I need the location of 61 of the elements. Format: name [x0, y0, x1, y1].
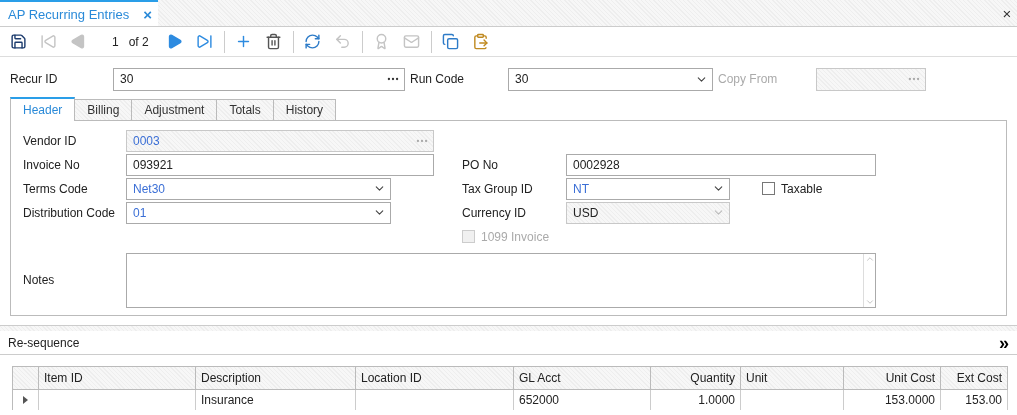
document-tab[interactable]: AP Recurring Entries ×	[0, 0, 158, 26]
column-header[interactable]: Quantity	[651, 366, 741, 390]
refresh-icon	[304, 33, 322, 50]
column-header[interactable]: Unit	[741, 366, 844, 390]
field-label: Currency ID	[462, 205, 527, 220]
tab[interactable]: Adjustment	[131, 99, 218, 120]
column-header[interactable]: Item ID	[39, 366, 196, 390]
field-label: Vendor ID	[23, 133, 78, 148]
skip-back-icon	[39, 33, 57, 50]
close-tab-button[interactable]: ×	[143, 5, 152, 23]
column-header[interactable]: GL Acct	[514, 366, 651, 390]
tab[interactable]: History	[272, 99, 337, 120]
table-cell: 1.0000	[651, 390, 741, 410]
dropdown-field[interactable]: 30	[508, 67, 713, 91]
skip-forward-icon	[196, 33, 214, 50]
expand-button[interactable]: »	[999, 333, 1009, 352]
envelope-icon	[403, 33, 421, 50]
undo-icon	[334, 33, 352, 50]
dropdown-field[interactable]: Net30	[126, 177, 391, 200]
field-label: Invoice No	[23, 157, 81, 172]
checkbox[interactable]	[762, 182, 775, 195]
dropdown-field[interactable]: NT	[566, 177, 730, 200]
forward-arrow-icon	[166, 33, 184, 50]
close-button[interactable]: ×	[997, 0, 1017, 26]
current-row-icon	[23, 396, 28, 404]
column-header[interactable]: Ext Cost	[941, 366, 1008, 390]
tab[interactable]: Billing	[74, 99, 133, 120]
field-label: PO No	[462, 157, 499, 172]
input-field[interactable]: 093921	[126, 153, 434, 176]
column-header[interactable]: Location ID	[356, 366, 514, 390]
copy-icon	[442, 33, 460, 50]
table-cell: 153.0000	[844, 390, 941, 410]
field-label: Tax Group ID	[462, 181, 534, 196]
notes-field[interactable]	[126, 252, 876, 308]
back-arrow-icon	[69, 33, 87, 50]
field-label: Terms Code	[23, 181, 89, 196]
field-label: Distribution Code	[23, 205, 117, 220]
dropdown-field[interactable]: 01	[126, 201, 391, 224]
page-number: 1	[111, 34, 120, 49]
field-label: Run Code	[409, 72, 466, 86]
table-cell: 652000	[514, 390, 651, 410]
table-cell: Insurance	[196, 390, 356, 410]
column-header[interactable]: Unit Cost	[844, 366, 941, 390]
section-title: Re-sequence	[8, 335, 80, 350]
tab[interactable]: Totals	[216, 99, 274, 120]
field-label: Recur ID	[10, 72, 59, 86]
column-header[interactable]: Description	[196, 366, 356, 390]
table-cell: 153.00	[941, 390, 1008, 410]
checkbox-label: Taxable	[781, 181, 823, 196]
field-label: Copy From	[717, 72, 779, 86]
paste-icon	[472, 33, 490, 50]
tab-title: AP Recurring Entries	[8, 6, 130, 22]
save-icon	[9, 33, 27, 50]
input-field[interactable]: 0002928	[566, 153, 876, 176]
input-field[interactable]: 30	[113, 67, 405, 91]
checkbox-label: 1099 Invoice	[481, 229, 550, 244]
trash-icon	[265, 33, 283, 50]
tab[interactable]: Header	[10, 97, 76, 121]
page-count: of 2	[128, 34, 150, 49]
scrollbar[interactable]	[863, 253, 875, 307]
field-label: Notes	[23, 273, 56, 287]
